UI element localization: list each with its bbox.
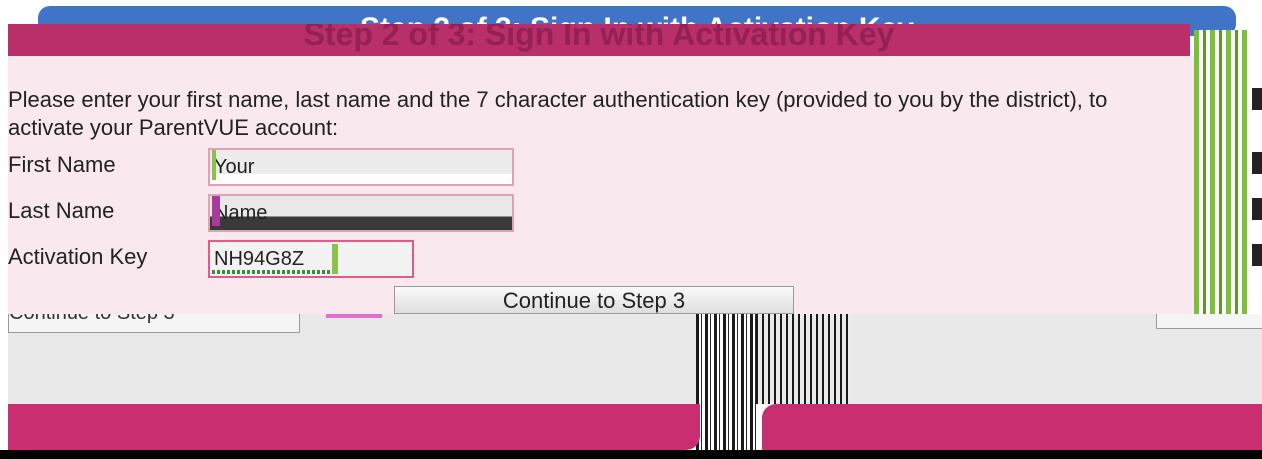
continue-to-step-3-button[interactable]: Continue to Step 3 [394,286,794,314]
render-artifact [326,314,382,318]
clipped-text [1252,198,1262,220]
clipped-text [1252,152,1262,174]
clipped-text [1252,244,1262,266]
text-cursor [332,244,338,274]
footer-bar-right [762,404,1262,450]
spellcheck-underline [212,270,330,274]
render-artifact-stripes [1194,30,1248,314]
continue-button-ghost[interactable]: Continue to Step 3 [8,314,300,333]
footer-bar-left [8,404,700,450]
clipped-text [1252,88,1262,110]
input-artifact [212,150,216,180]
instructions-text: Please enter your first name, last name … [8,87,1108,140]
step-title-ghost: Step 2 of 3: Sign In with Activation Key [303,24,895,52]
first-name-label: First Name [8,152,116,177]
bottom-edge [0,450,1262,459]
last-name-input[interactable] [208,194,514,232]
render-artifact-bars [756,314,852,404]
first-name-input[interactable] [208,148,514,186]
continue-ghost-label: Continue to Step 3 [9,314,175,324]
button-ghost-right[interactable] [1156,314,1262,329]
render-artifact-bars [696,314,756,450]
activation-key-label: Activation Key [8,244,148,269]
input-artifact [212,196,220,226]
last-name-label: Last Name [8,198,115,223]
step-header: Step 2 of 3: Sign In with Activation Key [8,24,1190,56]
